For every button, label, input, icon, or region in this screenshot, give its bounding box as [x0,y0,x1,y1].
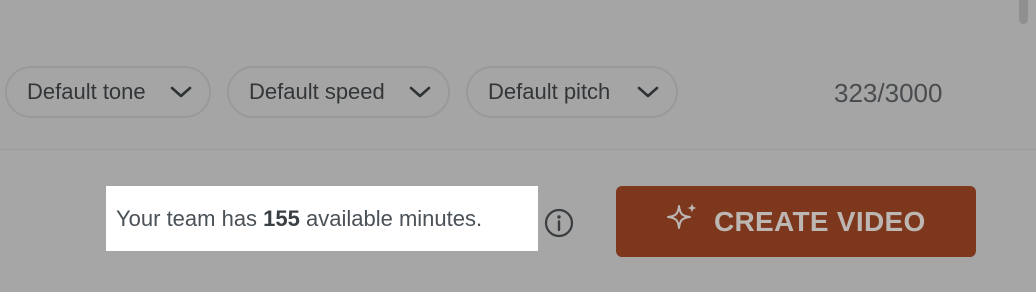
chevron-down-icon [170,86,192,98]
create-video-label: CREATE VIDEO [714,205,926,237]
minutes-suffix: available minutes. [299,205,483,231]
sparkle-icon [667,202,697,229]
create-video-button[interactable]: CREATE VIDEO [616,186,976,257]
available-minutes-notice: Your team has 155 available minutes. [106,186,538,251]
info-icon[interactable] [543,207,575,239]
tone-dropdown[interactable]: Default tone [5,66,211,118]
chevron-down-icon [637,86,659,98]
pitch-dropdown[interactable]: Default pitch [466,66,678,118]
speed-dropdown-label: Default speed [249,79,385,104]
chevron-down-icon [409,86,431,98]
scrollbar-thumb[interactable] [1019,0,1028,24]
minutes-value: 155 [263,205,300,231]
minutes-prefix: Your team has [116,205,264,231]
pitch-dropdown-label: Default pitch [488,79,611,104]
speed-dropdown[interactable]: Default speed [227,66,450,118]
character-count: 323/3000 [834,78,943,108]
tone-dropdown-label: Default tone [27,79,146,104]
